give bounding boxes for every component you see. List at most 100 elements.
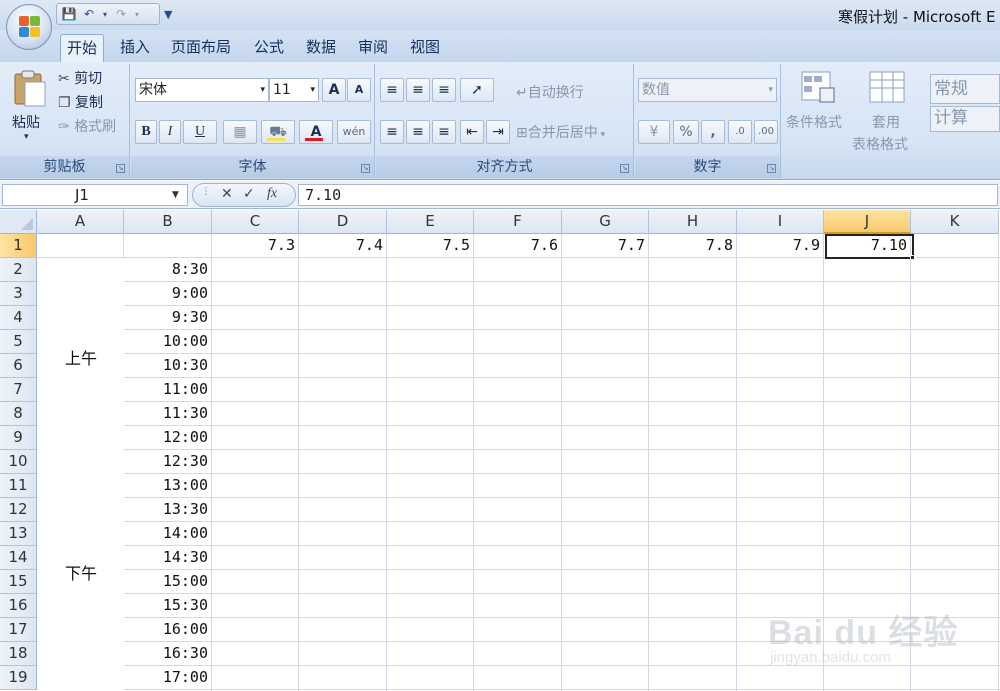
column-header-g[interactable]: G (562, 210, 649, 234)
row-header-8[interactable]: 8 (0, 402, 37, 426)
date-cell-d1[interactable]: 7.4 (299, 234, 387, 258)
time-cell-b12[interactable]: 13:30 (124, 498, 212, 522)
row-header-17[interactable]: 17 (0, 618, 37, 642)
row-header-11[interactable]: 11 (0, 474, 37, 498)
tab-data[interactable]: 数据 (300, 34, 342, 62)
font-color-button[interactable]: A (299, 120, 333, 144)
bold-button[interactable]: B (135, 120, 157, 144)
date-cell-h1[interactable]: 7.8 (649, 234, 737, 258)
row-header-16[interactable]: 16 (0, 594, 37, 618)
borders-button[interactable]: ▦ (223, 120, 257, 144)
time-cell-b13[interactable]: 14:00 (124, 522, 212, 546)
date-cell-f1[interactable]: 7.6 (474, 234, 562, 258)
cancel-icon[interactable]: ✕ (221, 186, 233, 202)
save-icon[interactable]: 💾 (61, 7, 77, 21)
merged-cell-afternoon[interactable]: 下午 (38, 451, 124, 691)
phonetic-button[interactable]: wén (337, 120, 371, 144)
tab-insert[interactable]: 插入 (114, 34, 156, 62)
font-name-select[interactable]: 宋体 ▾ (135, 78, 269, 102)
time-cell-b5[interactable]: 10:00 (124, 330, 212, 354)
time-cell-b16[interactable]: 15:30 (124, 594, 212, 618)
shrink-font-button[interactable]: A (347, 78, 371, 102)
active-cell-border[interactable] (825, 234, 914, 259)
redo-icon[interactable]: ↷ (113, 7, 129, 21)
column-header-i[interactable]: I (737, 210, 824, 234)
row-header-4[interactable]: 4 (0, 306, 37, 330)
align-middle-button[interactable]: ≡ (406, 78, 430, 102)
office-button[interactable] (6, 4, 52, 50)
fill-handle[interactable] (910, 255, 915, 260)
row-header-19[interactable]: 19 (0, 666, 37, 690)
time-cell-b2[interactable]: 8:30 (124, 258, 212, 282)
style-calculation[interactable]: 计算 (930, 106, 1000, 132)
tab-page-layout[interactable]: 页面布局 (165, 34, 237, 62)
tab-formulas[interactable]: 公式 (248, 34, 290, 62)
time-cell-b6[interactable]: 10:30 (124, 354, 212, 378)
row-header-14[interactable]: 14 (0, 546, 37, 570)
underline-button[interactable]: U (183, 120, 217, 144)
name-box[interactable]: J1 (2, 184, 188, 206)
column-header-c[interactable]: C (212, 210, 299, 234)
undo-icon[interactable]: ↶ (81, 7, 97, 21)
date-cell-c1[interactable]: 7.3 (212, 234, 299, 258)
time-cell-b14[interactable]: 14:30 (124, 546, 212, 570)
conditional-format-button[interactable]: 条件格式 (784, 68, 854, 156)
percent-button[interactable]: % (673, 120, 699, 144)
format-as-table-button[interactable]: 套用 表格格式 (852, 68, 928, 156)
time-cell-b17[interactable]: 16:00 (124, 618, 212, 642)
italic-button[interactable]: I (159, 120, 181, 144)
row-header-9[interactable]: 9 (0, 426, 37, 450)
comma-button[interactable]: , (701, 120, 725, 144)
align-left-button[interactable]: ≡ (380, 120, 404, 144)
date-cell-e1[interactable]: 7.5 (387, 234, 474, 258)
copy-button[interactable]: ❐ 复制 (58, 92, 103, 112)
row-header-7[interactable]: 7 (0, 378, 37, 402)
orientation-button[interactable]: ➚ (460, 78, 494, 102)
tab-review[interactable]: 审阅 (352, 34, 394, 62)
dialog-launcher-icon[interactable]: ↘ (767, 164, 776, 173)
number-format-select[interactable]: 数值 ▾ (638, 78, 777, 102)
dialog-launcher-icon[interactable]: ↘ (361, 164, 370, 173)
fill-color-button[interactable]: ⛟ (261, 120, 295, 144)
increase-decimal-button[interactable]: .0 (728, 120, 752, 144)
tab-view[interactable]: 视图 (404, 34, 446, 62)
accounting-format-button[interactable]: ¥ (638, 120, 670, 144)
row-header-13[interactable]: 13 (0, 522, 37, 546)
column-header-f[interactable]: F (474, 210, 562, 234)
chevron-down-icon[interactable]: ▼ (172, 190, 179, 200)
insert-function-icon[interactable]: fx (267, 186, 277, 202)
row-header-15[interactable]: 15 (0, 570, 37, 594)
column-header-a[interactable]: A (37, 210, 124, 234)
column-header-h[interactable]: H (649, 210, 737, 234)
align-right-button[interactable]: ≡ (432, 120, 456, 144)
time-cell-b10[interactable]: 12:30 (124, 450, 212, 474)
customize-icon[interactable]: ▼ (164, 8, 172, 21)
row-header-3[interactable]: 3 (0, 282, 37, 306)
time-cell-b9[interactable]: 12:00 (124, 426, 212, 450)
increase-indent-button[interactable]: ⇥ (486, 120, 510, 144)
time-cell-b4[interactable]: 9:30 (124, 306, 212, 330)
align-top-button[interactable]: ≡ (380, 78, 404, 102)
time-cell-b8[interactable]: 11:30 (124, 402, 212, 426)
formula-input[interactable]: 7.10 (298, 184, 998, 206)
cut-button[interactable]: ✂ 剪切 (58, 68, 102, 88)
font-size-select[interactable]: 11 ▾ (269, 78, 319, 102)
date-cell-i1[interactable]: 7.9 (737, 234, 824, 258)
paste-button[interactable]: 粘贴 ▾ (6, 68, 52, 154)
grow-font-button[interactable]: A (322, 78, 346, 102)
wrap-text-button[interactable]: ↵自动换行 (516, 82, 584, 102)
decrease-decimal-button[interactable]: .00 (754, 120, 778, 144)
select-all-button[interactable] (0, 210, 37, 234)
enter-icon[interactable]: ✓ (243, 186, 255, 202)
merged-cell-morning[interactable]: 上午 (38, 259, 124, 450)
row-header-10[interactable]: 10 (0, 450, 37, 474)
dropdown-icon[interactable]: ▾ (133, 10, 141, 19)
merge-center-button[interactable]: ⊞合并后居中 ▾ (516, 122, 605, 142)
row-header-5[interactable]: 5 (0, 330, 37, 354)
time-cell-b3[interactable]: 9:00 (124, 282, 212, 306)
time-cell-b15[interactable]: 15:00 (124, 570, 212, 594)
row-header-12[interactable]: 12 (0, 498, 37, 522)
column-header-j[interactable]: J (824, 210, 911, 234)
row-header-6[interactable]: 6 (0, 354, 37, 378)
column-header-e[interactable]: E (387, 210, 474, 234)
